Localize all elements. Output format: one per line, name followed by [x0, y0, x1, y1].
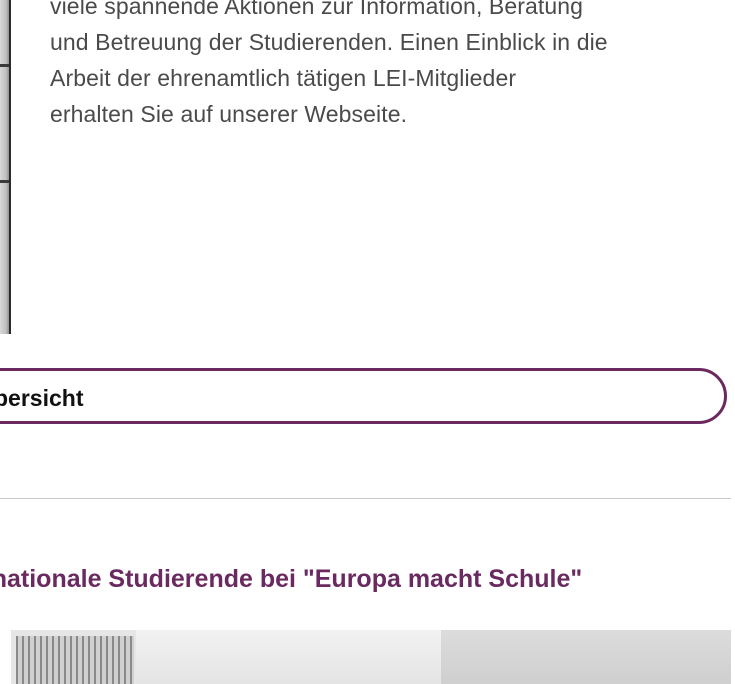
overview-link-button[interactable] [0, 368, 727, 424]
intro-line: viele spannende Aktionen zur Information… [50, 0, 584, 19]
intro-paragraph: viele spannende Aktionen zur Information… [50, 0, 735, 132]
image-detail [16, 636, 134, 684]
overview-link-label[interactable]: bersicht [0, 380, 83, 416]
intro-line: erhalten Sie auf unserer Webseite. [50, 101, 408, 127]
news-headline[interactable]: rnationale Studierende bei "Europa macht… [0, 559, 582, 599]
section-divider [0, 498, 731, 499]
image-detail [136, 630, 441, 684]
news-image[interactable] [11, 630, 731, 684]
image-edge [9, 0, 11, 334]
intro-line: Arbeit der ehrenamtlich tätigen LEI-Mitg… [50, 65, 517, 91]
article-image-left [0, 0, 11, 334]
intro-line: und Betreuung der Studierenden. Einen Ei… [50, 29, 608, 55]
image-detail [441, 630, 731, 684]
